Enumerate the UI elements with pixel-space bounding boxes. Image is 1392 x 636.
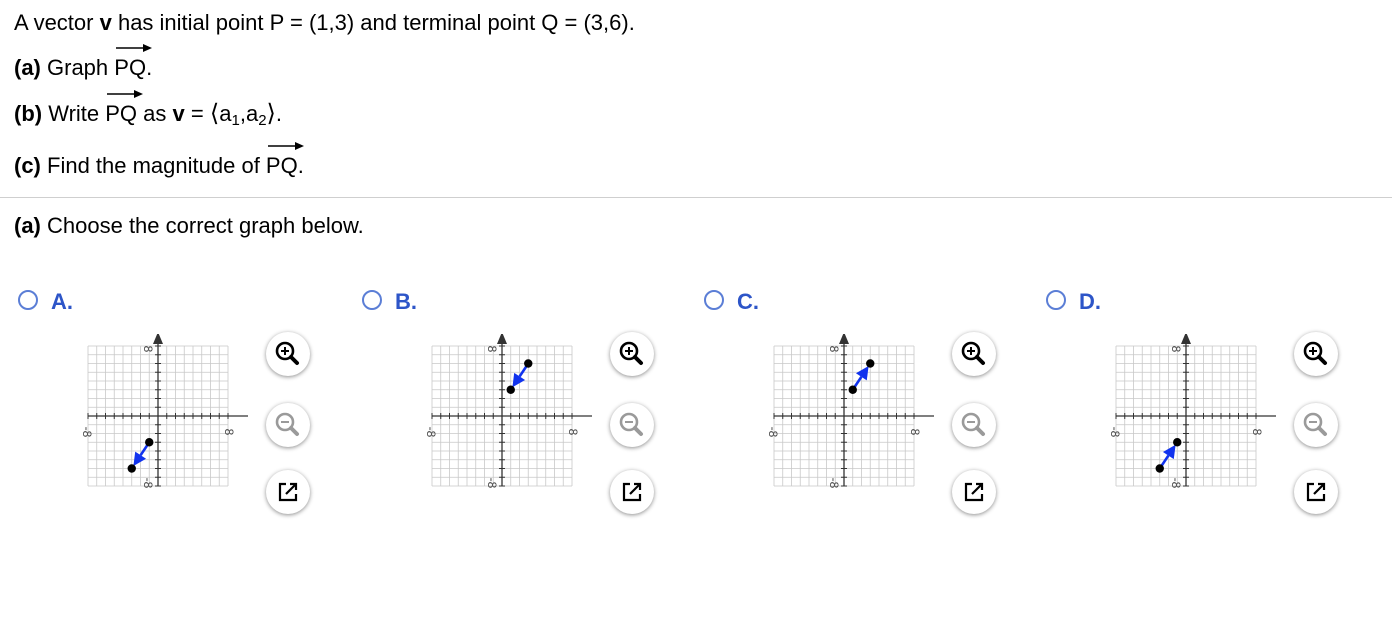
part-b-tag: (b) [14, 101, 43, 126]
option-label[interactable]: B. [395, 289, 417, 315]
vector-arrowhead [855, 365, 869, 381]
divider [0, 197, 1392, 198]
part-c: (c) Find the magnitude of PQ. [14, 142, 304, 179]
vector-v: v [172, 101, 185, 126]
part-b-text: Write [42, 101, 106, 126]
x-tick-label: -8 [766, 427, 780, 438]
popout-icon [278, 482, 298, 502]
point-p [848, 385, 857, 394]
graph-a[interactable]: -8 8 8 -8 [68, 334, 248, 524]
y-axis-arrowhead [839, 334, 849, 344]
intro-text: A vector [14, 10, 100, 35]
zoom-out-button[interactable] [266, 403, 310, 447]
popout-icon [622, 482, 642, 502]
zoom-out-icon [619, 412, 643, 436]
popout-icon [964, 482, 984, 502]
popout-icon [1306, 482, 1326, 502]
subquestion-text: Choose the correct graph below. [40, 213, 364, 238]
radio-button-a[interactable] [18, 290, 38, 310]
vector-arrowhead [512, 372, 526, 388]
y-axis-arrowhead [497, 334, 507, 344]
option-d: D. -8 8 8 -8 [1046, 288, 1376, 528]
zoom-in-icon [1303, 341, 1327, 365]
part-b: (b) Write PQ as v = ⟨a1,a2⟩. [14, 90, 283, 129]
vector-v: v [99, 10, 112, 35]
option-label[interactable]: A. [51, 289, 73, 315]
subquestion-tag: (a) [14, 213, 41, 238]
graph-d[interactable]: -8 8 8 -8 [1096, 334, 1276, 524]
zoom-out-button[interactable] [1294, 403, 1338, 447]
x-tick-label: -8 [80, 427, 94, 438]
y-tick-label: -8 [827, 478, 841, 489]
radio-button-d[interactable] [1046, 290, 1066, 310]
zoom-out-button[interactable] [610, 403, 654, 447]
zoom-out-icon [961, 412, 985, 436]
x-tick-label: -8 [424, 427, 438, 438]
radio-button-c[interactable] [704, 290, 724, 310]
popout-button[interactable] [266, 470, 310, 514]
point-q [1173, 438, 1182, 447]
option-c: C. -8 8 8 -8 [704, 288, 1034, 528]
y-axis-arrowhead [1181, 334, 1191, 344]
x-tick-label: 8 [1250, 429, 1264, 436]
component-form: ⟨a1,a2⟩. [209, 100, 283, 129]
zoom-in-button[interactable] [610, 332, 654, 376]
question-intro: A vector v has initial point P = (1,3) a… [14, 10, 635, 36]
zoom-in-button[interactable] [952, 332, 996, 376]
zoom-out-icon [1303, 412, 1327, 436]
point-q [524, 359, 533, 368]
zoom-out-icon [275, 412, 299, 436]
point-p [1155, 464, 1164, 473]
zoom-in-icon [275, 341, 299, 365]
option-label[interactable]: D. [1079, 289, 1101, 315]
x-tick-label: 8 [566, 429, 580, 436]
point-p [127, 464, 136, 473]
part-a-text: Graph [40, 55, 115, 80]
y-tick-label: -8 [485, 478, 499, 489]
zoom-in-button[interactable] [266, 332, 310, 376]
vector-pq: PQ [105, 90, 144, 127]
y-tick-label: 8 [141, 346, 155, 353]
option-label[interactable]: C. [737, 289, 759, 315]
x-tick-label: 8 [222, 429, 236, 436]
part-c-tag: (c) [14, 153, 41, 178]
zoom-in-icon [961, 341, 985, 365]
x-tick-label: 8 [908, 429, 922, 436]
popout-button[interactable] [952, 470, 996, 514]
graph-c[interactable]: -8 8 8 -8 [754, 334, 934, 524]
y-tick-label: 8 [827, 346, 841, 353]
part-a: (a) Graph PQ. [14, 44, 153, 81]
point-q [866, 359, 875, 368]
y-tick-label: -8 [141, 478, 155, 489]
option-b: B. -8 8 8 -8 [362, 288, 692, 528]
zoom-out-button[interactable] [952, 403, 996, 447]
y-axis-arrowhead [153, 334, 163, 344]
vector-arrowhead [1162, 444, 1176, 460]
option-a: A. -8 8 8 -8 [18, 288, 348, 528]
subquestion: (a) Choose the correct graph below. [14, 213, 364, 239]
part-c-text: Find the magnitude of [40, 153, 266, 178]
popout-button[interactable] [610, 470, 654, 514]
point-p [506, 385, 515, 394]
popout-button[interactable] [1294, 470, 1338, 514]
graph-b[interactable]: -8 8 8 -8 [412, 334, 592, 524]
vector-pq: PQ [266, 142, 304, 179]
y-tick-label: 8 [485, 346, 499, 353]
radio-button-b[interactable] [362, 290, 382, 310]
vector-pq: PQ [114, 44, 153, 81]
y-tick-label: 8 [1169, 346, 1183, 353]
zoom-in-button[interactable] [1294, 332, 1338, 376]
y-tick-label: -8 [1169, 478, 1183, 489]
part-a-tag: (a) [14, 55, 41, 80]
zoom-in-icon [619, 341, 643, 365]
intro-points: has initial point P = (1,3) and terminal… [111, 10, 635, 35]
vector-arrowhead [133, 451, 147, 467]
point-q [145, 438, 154, 447]
x-tick-label: -8 [1108, 427, 1122, 438]
